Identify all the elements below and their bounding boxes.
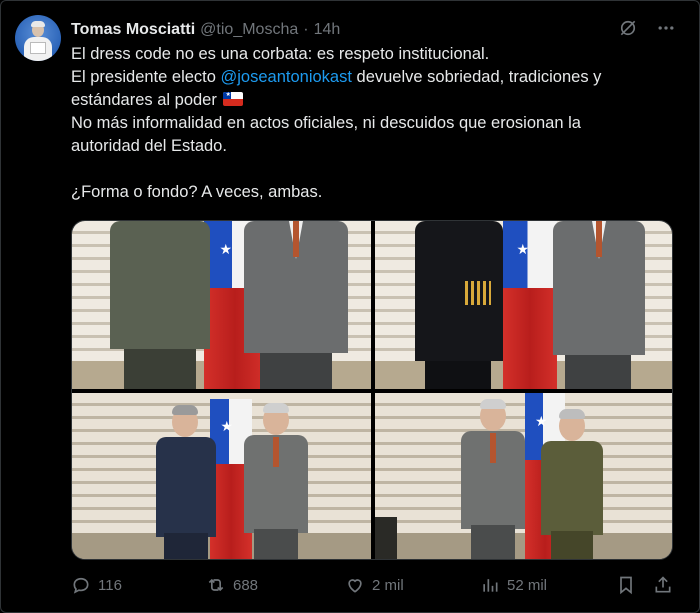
post-line-text: El presidente electo bbox=[71, 68, 221, 86]
share-icon bbox=[655, 576, 671, 593]
post-line: ¿Forma o fondo? A veces, ambas. bbox=[71, 183, 323, 201]
chile-flag-icon: ★ bbox=[223, 92, 244, 106]
like-count: 2 mil bbox=[372, 576, 404, 594]
photo-1[interactable]: ★ bbox=[72, 221, 371, 389]
repost-count: 688 bbox=[233, 576, 259, 594]
views-icon bbox=[483, 579, 498, 592]
action-bar: 116 688 2 mil 52 mil bbox=[71, 575, 675, 597]
post-line: El dress code no es una corbata: es resp… bbox=[71, 45, 490, 63]
avatar-hair bbox=[31, 21, 45, 27]
separator-dot: · bbox=[303, 21, 309, 38]
person-figure bbox=[553, 221, 645, 389]
views-button[interactable]: 52 mil bbox=[480, 575, 547, 595]
reply-icon bbox=[73, 577, 89, 594]
plant-pot bbox=[375, 517, 397, 559]
repost-icon bbox=[208, 578, 224, 592]
post-line-text: devuelve sobriedad, tradiciones y bbox=[351, 68, 602, 86]
person-figure bbox=[244, 403, 308, 559]
post-line: estándares al poder ★ bbox=[71, 89, 681, 112]
author-handle[interactable]: @tio_Moscha bbox=[200, 21, 298, 39]
media-grid: ★ ★ ★ ★ bbox=[71, 220, 673, 560]
person-figure bbox=[110, 221, 210, 389]
person-figure bbox=[541, 409, 603, 559]
post-line: autoridad del Estado. bbox=[71, 137, 227, 155]
flag-graphic: ★ bbox=[503, 221, 557, 389]
header-actions bbox=[617, 17, 677, 39]
reply-button[interactable]: 116 bbox=[71, 575, 122, 595]
post-card[interactable]: Tomas Mosciatti @tio_Moscha · 14h El dre… bbox=[0, 0, 700, 613]
more-icon[interactable] bbox=[655, 17, 677, 39]
bookmark-button[interactable] bbox=[616, 575, 636, 595]
share-button[interactable] bbox=[653, 575, 673, 595]
person-figure bbox=[156, 405, 216, 559]
reply-count: 116 bbox=[98, 576, 122, 594]
person-figure bbox=[244, 221, 348, 389]
heart-icon bbox=[348, 579, 362, 593]
photo-3[interactable]: ★ bbox=[72, 393, 371, 559]
post-line-text: estándares al poder bbox=[71, 91, 222, 109]
bookmark-icon bbox=[620, 576, 632, 595]
post-line: El presidente electo @joseantoniokast de… bbox=[71, 66, 681, 89]
views-count: 52 mil bbox=[507, 576, 548, 594]
like-button[interactable]: 2 mil bbox=[345, 575, 404, 595]
post-line: No más informalidad en actos oficiales, … bbox=[71, 114, 581, 132]
grok-icon[interactable] bbox=[617, 17, 639, 39]
photo-2[interactable]: ★ bbox=[375, 221, 672, 389]
post-header: Tomas Mosciatti @tio_Moscha · 14h bbox=[71, 19, 340, 41]
repost-button[interactable]: 688 bbox=[206, 575, 258, 595]
avatar[interactable] bbox=[15, 15, 61, 61]
post-text: El dress code no es una corbata: es resp… bbox=[71, 43, 681, 204]
person-figure bbox=[415, 221, 503, 389]
person-figure bbox=[461, 399, 525, 559]
avatar-paper bbox=[30, 42, 46, 54]
photo-4[interactable]: ★ bbox=[375, 393, 672, 559]
mention-link[interactable]: @joseantoniokast bbox=[221, 68, 352, 86]
post-time[interactable]: 14h bbox=[314, 21, 341, 39]
author-name[interactable]: Tomas Mosciatti bbox=[71, 21, 195, 39]
